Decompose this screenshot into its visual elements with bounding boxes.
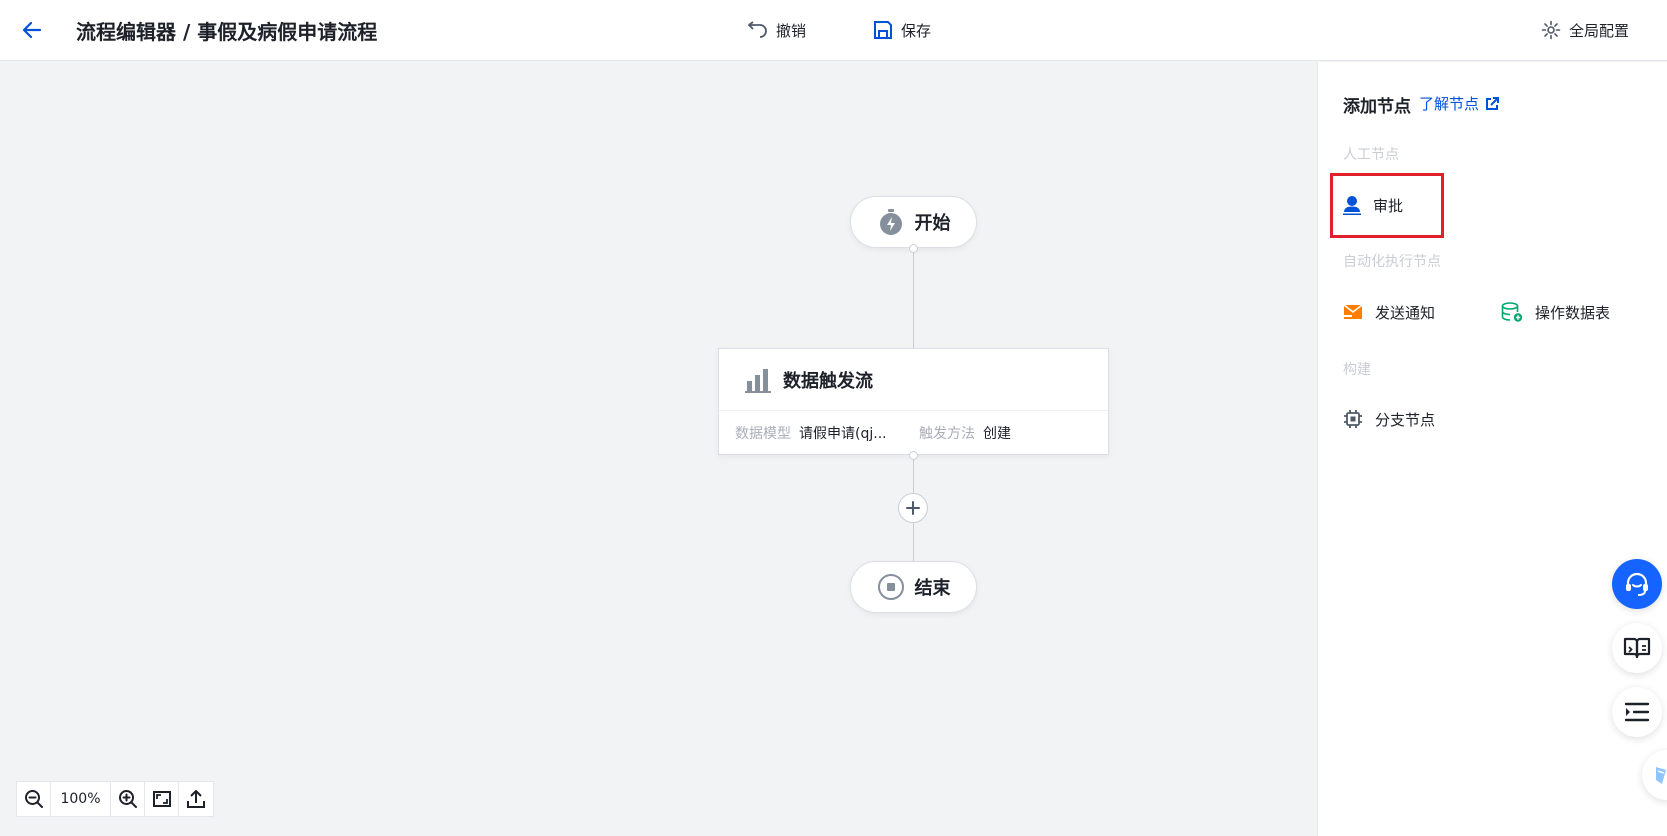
book-open-icon [1623, 637, 1651, 659]
connector-line [913, 248, 914, 348]
plus-icon [906, 501, 920, 515]
stopwatch-icon [879, 209, 902, 235]
connector-dot [909, 451, 918, 460]
indent-list-icon [1624, 702, 1650, 722]
method-key: 触发方法 [919, 426, 975, 442]
start-node[interactable]: 开始 [850, 196, 977, 248]
learn-nodes-link[interactable]: 了解节点 [1419, 93, 1500, 114]
back-button[interactable] [20, 18, 44, 42]
operate-datatable-node-item[interactable]: 操作数据表 [1501, 297, 1610, 327]
zoom-level: 100% [51, 782, 111, 816]
zoom-toolbar: 100% [16, 781, 214, 817]
section-build-nodes: 构建 [1343, 362, 1371, 378]
gear-icon [1541, 20, 1561, 40]
external-link-icon [1486, 96, 1500, 110]
send-notification-node-item[interactable]: 发送通知 [1343, 297, 1435, 327]
zoom-in-button[interactable] [111, 782, 145, 816]
trigger-node-card[interactable]: 数据触发流 数据模型 请假申请(qj... 触发方法 创建 [718, 348, 1109, 455]
customer-service-button[interactable] [1612, 559, 1662, 609]
connector-dot [909, 244, 918, 253]
model-value: 请假申请(qj... [799, 426, 887, 442]
upload-icon [187, 790, 205, 808]
operate-datatable-label: 操作数据表 [1535, 303, 1611, 322]
arrow-left-icon [22, 21, 42, 39]
section-automation-nodes: 自动化执行节点 [1343, 254, 1441, 270]
outline-menu-button[interactable] [1612, 687, 1662, 737]
zoom-out-button[interactable] [17, 782, 51, 816]
fit-view-icon [152, 791, 171, 807]
branch-node-item[interactable]: 分支节点 [1343, 404, 1435, 434]
docs-button[interactable] [1612, 623, 1662, 673]
zoom-out-icon [24, 790, 43, 808]
save-button[interactable]: 保存 [873, 18, 931, 42]
page-title: 流程编辑器 / 事假及病假申请流程 [76, 20, 378, 44]
learn-nodes-label: 了解节点 [1419, 95, 1480, 113]
mail-icon [1343, 304, 1363, 319]
undo-label: 撤销 [776, 21, 807, 40]
method-value: 创建 [983, 426, 1011, 442]
branch-node-label: 分支节点 [1375, 410, 1436, 429]
export-button[interactable] [179, 782, 213, 816]
trigger-node-header: 数据触发流 [719, 349, 1108, 411]
trigger-node-title: 数据触发流 [783, 370, 873, 392]
add-node-button[interactable] [898, 493, 928, 523]
headset-icon [1626, 572, 1648, 596]
end-label: 结束 [914, 578, 951, 599]
undo-icon [748, 21, 767, 38]
selection-highlight [1330, 173, 1444, 238]
branch-icon [1344, 410, 1362, 428]
stop-circle-icon [877, 574, 904, 600]
bar-chart-icon [745, 368, 771, 393]
trigger-node-details: 数据模型 请假申请(qj... 触发方法 创建 [719, 411, 1108, 455]
end-node[interactable]: 结束 [850, 561, 977, 613]
undo-button[interactable]: 撤销 [746, 18, 806, 42]
panel-title: 添加节点 [1343, 97, 1411, 117]
zoom-in-icon [118, 790, 137, 808]
model-key: 数据模型 [735, 426, 791, 442]
flow-canvas[interactable] [0, 62, 1317, 836]
config-label: 全局配置 [1569, 21, 1630, 40]
assistant-icon [1656, 767, 1666, 784]
send-notification-label: 发送通知 [1375, 303, 1436, 322]
database-add-icon [1501, 302, 1523, 322]
top-bar: 流程编辑器 / 事假及病假申请流程 撤销 保存 全局配置 [0, 0, 1667, 61]
fit-view-button[interactable] [145, 782, 179, 816]
save-icon [874, 21, 892, 39]
global-config-button[interactable]: 全局配置 [1541, 18, 1629, 42]
start-label: 开始 [914, 213, 951, 234]
section-manual-nodes: 人工节点 [1343, 147, 1399, 163]
save-label: 保存 [901, 21, 932, 40]
